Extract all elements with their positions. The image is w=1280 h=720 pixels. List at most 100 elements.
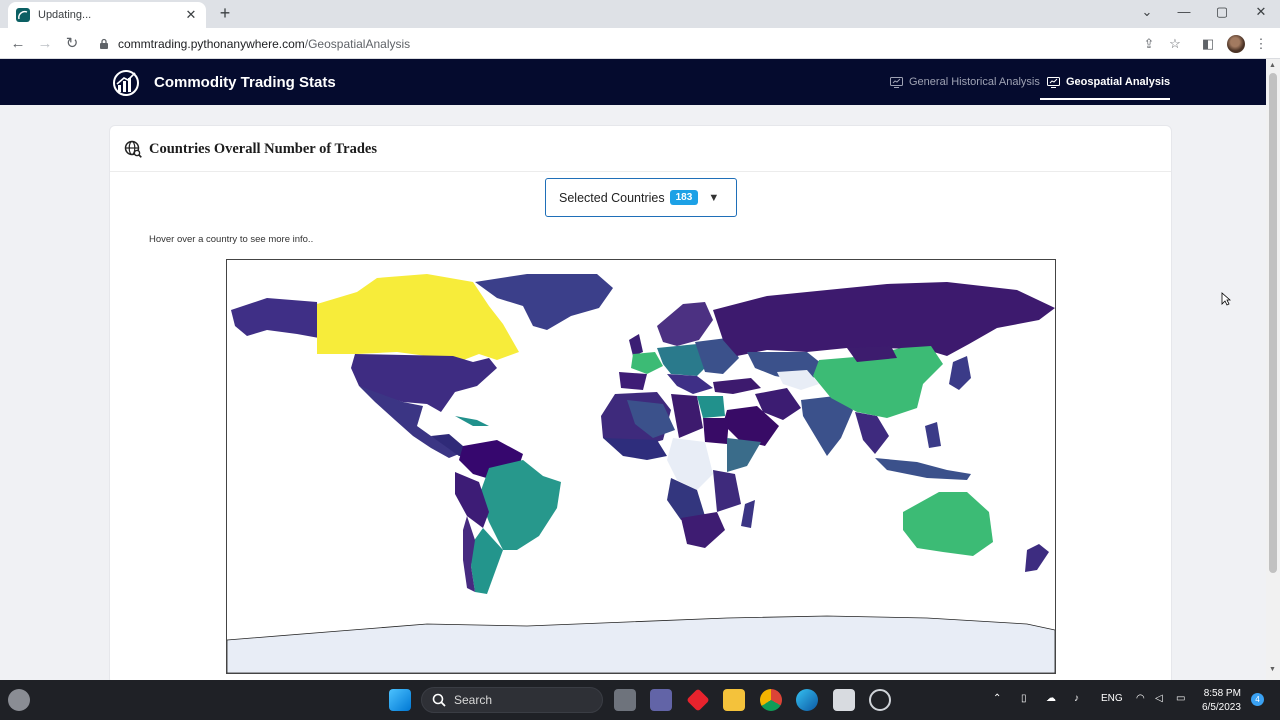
language-indicator[interactable]: ENG (1101, 693, 1123, 704)
country-peru-bolivia[interactable] (455, 472, 489, 528)
browser-tab-strip: Updating... ✕ + ⌄ — ▢ ✕ (0, 0, 1280, 28)
country-iberia[interactable] (619, 372, 647, 390)
brand-name[interactable]: Commodity Trading Stats (154, 74, 336, 91)
scroll-down-icon[interactable]: ▼ (1269, 666, 1276, 673)
scroll-thumb[interactable] (1269, 73, 1277, 573)
search-label: Search (454, 693, 493, 707)
trades-map-card: Countries Overall Number of Trades Selec… (109, 125, 1172, 685)
tray-chevron-icon[interactable]: ⌃ (993, 693, 1001, 704)
windows-start-icon[interactable] (389, 689, 411, 711)
choropleth-map[interactable] (226, 259, 1056, 674)
country-southern-africa[interactable] (681, 512, 725, 548)
notification-badge[interactable]: 4 (1251, 693, 1264, 706)
nav-geospatial-analysis[interactable]: Geospatial Analysis (1047, 76, 1170, 88)
chrome-icon[interactable] (760, 689, 782, 711)
country-antarctica[interactable] (227, 615, 1055, 673)
tab-search-chevron-icon[interactable]: ⌄ (1137, 4, 1157, 20)
url-text: commtrading.pythonanywhere.com/Geospatia… (118, 36, 411, 51)
chart-monitor-icon (1047, 76, 1060, 88)
country-japan[interactable] (949, 356, 971, 390)
windows-taskbar: Search ⌃ ▯ ☁ ♪ ENG ◠ ◁ ▭ 8:58 PM 6/5/202… (0, 680, 1280, 720)
page-scrollbar[interactable]: ▲ ▼ (1266, 59, 1280, 680)
reload-icon[interactable]: ↻ (62, 34, 82, 54)
git-app-icon[interactable] (686, 688, 710, 712)
country-southeast-asia[interactable] (855, 412, 889, 454)
app-navbar: Commodity Trading Stats General Historic… (0, 59, 1266, 105)
side-panel-icon[interactable]: ◧ (1199, 35, 1217, 53)
nav-general-historical-analysis[interactable]: General Historical Analysis (890, 76, 1040, 88)
country-france[interactable] (631, 352, 663, 374)
brand-logo-icon (113, 70, 139, 96)
selected-countries-dropdown[interactable]: Selected Countries 183 ▼ (545, 178, 737, 217)
minimize-icon[interactable]: — (1174, 4, 1194, 19)
wifi-icon[interactable]: ◠ (1136, 693, 1145, 704)
country-usa-alaska[interactable] (231, 298, 319, 338)
monitor-icon (890, 76, 903, 88)
country-sudan[interactable] (703, 418, 729, 444)
usb-icon[interactable]: ▯ (1021, 693, 1027, 704)
active-nav-indicator (1040, 98, 1170, 100)
maximize-icon[interactable]: ▢ (1212, 4, 1232, 20)
teams-chat-icon[interactable] (650, 689, 672, 711)
profile-avatar[interactable] (1227, 35, 1245, 53)
url-input[interactable]: commtrading.pythonanywhere.com/Geospatia… (92, 32, 1192, 55)
country-madagascar[interactable] (741, 500, 755, 528)
battery-icon[interactable]: ▭ (1176, 693, 1185, 704)
clock-time: 8:58 PM (1203, 688, 1241, 699)
volume-icon[interactable]: ◁ (1155, 693, 1163, 704)
card-title: Countries Overall Number of Trades (149, 141, 377, 157)
edge-icon[interactable] (796, 689, 818, 711)
country-indonesia[interactable] (875, 458, 971, 480)
browser-tab[interactable]: Updating... ✕ (8, 2, 206, 28)
country-caribbean[interactable] (455, 416, 489, 426)
globe-search-icon (124, 140, 142, 158)
file-explorer-icon[interactable] (723, 689, 745, 711)
site-favicon-icon (16, 8, 30, 22)
back-icon[interactable]: ← (8, 34, 28, 54)
address-bar-row: ← → ↻ commtrading.pythonanywhere.com/Geo… (0, 28, 1280, 59)
country-west-africa-coast[interactable] (603, 438, 667, 460)
app-icon[interactable] (869, 689, 891, 711)
close-window-icon[interactable]: ✕ (1251, 4, 1271, 20)
country-egypt[interactable] (697, 396, 725, 418)
nav-label: Geospatial Analysis (1066, 76, 1171, 88)
country-philippines[interactable] (925, 422, 941, 448)
caret-down-icon: ▼ (708, 191, 720, 204)
country-scandinavia[interactable] (657, 302, 713, 346)
onedrive-icon[interactable]: ☁ (1046, 693, 1056, 704)
country-russia[interactable] (713, 282, 1055, 356)
clock-date: 6/5/2023 (1202, 702, 1241, 713)
lock-icon (100, 38, 108, 49)
scroll-up-icon[interactable]: ▲ (1269, 62, 1276, 69)
bookmark-star-icon[interactable]: ☆ (1166, 35, 1184, 53)
tab-title: Updating... (38, 9, 92, 21)
browser-menu-icon[interactable]: ⋮ (1252, 35, 1270, 53)
nav-label: General Historical Analysis (909, 76, 1040, 88)
country-turkey[interactable] (713, 378, 761, 394)
country-usa[interactable] (351, 354, 497, 412)
microphone-icon[interactable]: ♪ (1074, 693, 1079, 704)
country-italy-balkans[interactable] (667, 374, 713, 394)
country-ethiopia-somalia[interactable] (727, 438, 761, 472)
dropdown-label: Selected Countries (559, 190, 665, 205)
store-icon[interactable] (833, 689, 855, 711)
tab-close-icon[interactable]: ✕ (184, 7, 198, 23)
world-map-svg[interactable] (227, 260, 1055, 673)
system-clock[interactable]: 8:58 PM 6/5/2023 (1202, 687, 1241, 715)
task-view-icon[interactable] (614, 689, 636, 711)
new-tab-icon[interactable]: + (216, 4, 234, 22)
hover-hint-text: Hover over a country to see more info.. (149, 234, 314, 245)
forward-icon[interactable]: → (35, 34, 55, 54)
weather-widget-icon[interactable] (8, 689, 30, 711)
country-uk[interactable] (629, 334, 643, 356)
share-icon[interactable]: ⇪ (1140, 35, 1158, 53)
country-new-zealand[interactable] (1025, 544, 1049, 572)
country-australia[interactable] (903, 492, 993, 556)
mouse-cursor-icon (1221, 292, 1231, 306)
selected-count-badge: 183 (669, 190, 699, 205)
country-brazil[interactable] (479, 460, 561, 550)
taskbar-search-box[interactable]: Search (421, 687, 603, 713)
search-icon (432, 693, 446, 707)
country-east-africa[interactable] (713, 470, 741, 512)
country-libya-chad[interactable] (671, 394, 703, 438)
